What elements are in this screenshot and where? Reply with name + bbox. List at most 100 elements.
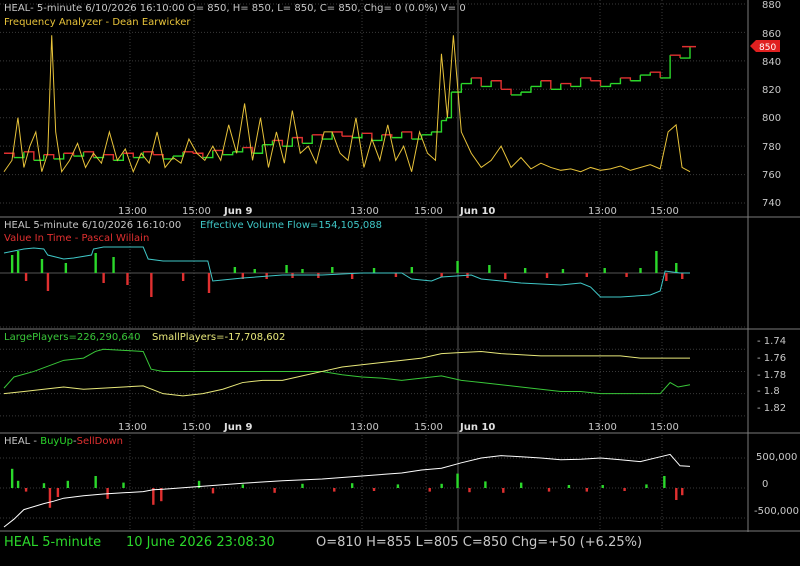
day-label-jun10: Jun 10 (459, 206, 495, 217)
buyup-bar-1 (16, 480, 20, 488)
value-in-time-bar-7 (102, 273, 105, 283)
buyup-bar-35 (675, 488, 678, 500)
price-tick-840: 840 (762, 57, 781, 68)
value-in-time-bar-5 (64, 263, 68, 273)
buyup-panel-title: HEAL - BuyUp-SellDown (4, 436, 123, 447)
value-in-time-bar-15 (253, 269, 256, 273)
buyup-bar-15 (273, 488, 276, 493)
value-in-time-bar-8 (112, 257, 115, 273)
value-in-time-bar-19 (301, 269, 304, 273)
chart-canvas: HEAL- 5-minute 6/10/2026 16:10:00 O= 850… (0, 0, 800, 562)
price-tick-860: 860 (762, 29, 781, 40)
buyup-bar-3 (42, 483, 46, 488)
price-tick-760: 760 (762, 170, 781, 181)
status-symbol: HEAL 5-minute (4, 535, 102, 550)
time-label-1500-a: 15:00 (182, 206, 211, 217)
value-in-time-bar-2 (24, 273, 28, 281)
players-tick-176: - 1.76 (757, 353, 786, 364)
players-tick-18: - 1.8 (757, 386, 780, 397)
time-label-1300-d: 13:00 (118, 422, 147, 433)
value-in-time-bar-11 (181, 273, 185, 281)
price-tick-880: 880 (762, 0, 781, 11)
buyup-bar-33 (645, 484, 648, 488)
small-players-label: SmallPlayers=-17,708,602 (152, 332, 285, 343)
players-tick-174: - 1.74 (757, 336, 786, 347)
background (0, 0, 800, 562)
buyup-bar-13 (211, 488, 215, 494)
buyup-bar-32 (623, 488, 626, 491)
buyup-bar-22 (440, 483, 443, 488)
buyup-bar-5 (56, 488, 60, 497)
value-in-time-bar-13 (233, 267, 237, 273)
day-label-jun10-b: Jun 10 (459, 422, 495, 433)
value-in-time-bar-39 (665, 273, 668, 281)
selldown-label: SellDown (77, 436, 123, 447)
value-in-time-bar-26 (440, 273, 443, 277)
status-ohlc: O=810 H=855 L=805 C=850 Chg=+50 (+6.25%) (316, 535, 643, 550)
value-in-time-bar-41 (681, 273, 684, 279)
time-label-1500-b: 15:00 (414, 206, 443, 217)
buyup-bar-9 (122, 482, 125, 488)
time-label-1300-b: 13:00 (350, 206, 379, 217)
time-label-1300-e: 13:00 (350, 422, 379, 433)
time-label-1500-c: 15:00 (650, 206, 679, 217)
value-in-time-label: Value In Time - Pascal Willain (4, 233, 149, 244)
value-in-time-bar-29 (488, 265, 491, 273)
status-datetime: 10 June 2026 23:08:30 (126, 535, 275, 550)
chart-window: HEAL- 5-minute 6/10/2026 16:10:00 O= 850… (0, 0, 800, 562)
buyup-bar-6 (66, 480, 70, 488)
buyup-bar-27 (519, 482, 523, 488)
buyup-bar-26 (502, 488, 505, 493)
buyup-bar-24 (468, 488, 471, 493)
buyup-bar-28 (547, 488, 551, 492)
value-in-time-bar-9 (126, 273, 129, 285)
large-players-label: LargePlayers=226,290,640 (4, 332, 140, 343)
value-in-time-bar-36 (625, 273, 628, 277)
time-label-1500-d: 15:00 (182, 422, 211, 433)
time-label-1500-e: 15:00 (414, 422, 443, 433)
buyup-tick-500000: 500,000 (756, 452, 797, 463)
value-in-time-bar-12 (207, 273, 211, 293)
buyup-bar-34 (663, 476, 666, 488)
buyup-bar-14 (241, 484, 245, 488)
buyup-panel-symbol: HEAL - (4, 436, 40, 447)
buyup-label: BuyUp (40, 436, 73, 447)
buyup-bar-20 (396, 484, 400, 488)
value-in-time-bar-31 (523, 268, 527, 273)
value-in-time-bar-38 (655, 251, 658, 273)
value-in-time-bar-3 (40, 259, 44, 273)
volume-panel-title: HEAL 5-minute 6/10/2026 16:10:00 (4, 220, 181, 231)
value-in-time-bar-40 (675, 263, 678, 273)
buyup-bar-10 (152, 488, 155, 505)
players-tick-182: - 1.82 (757, 403, 786, 414)
time-label-1300-c: 13:00 (588, 206, 617, 217)
value-in-time-bar-33 (561, 269, 565, 273)
day-label-jun9-b: Jun 9 (223, 422, 252, 433)
effective-volume-flow-label: Effective Volume Flow=154,105,088 (200, 220, 382, 231)
price-tick-740: 740 (762, 198, 781, 209)
value-in-time-bar-25 (410, 267, 414, 273)
day-label-jun9: Jun 9 (223, 206, 252, 217)
value-in-time-bar-35 (603, 268, 606, 273)
value-in-time-bar-23 (372, 268, 376, 273)
buyup-bar-36 (681, 488, 684, 496)
buyup-bar-29 (567, 485, 571, 488)
price-tick-800: 800 (762, 113, 781, 124)
time-label-1300-a: 13:00 (118, 206, 147, 217)
buyup-bar-4 (48, 488, 52, 508)
buyup-bar-7 (94, 476, 97, 488)
status-bar: HEAL 5-minute 10 June 2026 23:08:30 O=81… (4, 533, 748, 555)
buyup-tick-neg500000: -500,000 (754, 506, 799, 517)
buyup-bar-16 (301, 483, 304, 488)
buyup-bar-21 (428, 488, 431, 492)
buyup-bar-25 (484, 481, 487, 488)
price-panel-title: HEAL- 5-minute 6/10/2026 16:10:00 O= 850… (4, 3, 466, 14)
buyup-bar-0 (10, 468, 14, 488)
value-in-time-bar-1 (16, 251, 20, 273)
buyup-bar-17 (333, 488, 336, 492)
value-in-time-bar-0 (10, 255, 14, 273)
value-in-time-bar-30 (504, 273, 507, 279)
time-label-1300-f: 13:00 (588, 422, 617, 433)
value-in-time-bar-17 (285, 265, 288, 273)
players-tick-178: - 1.78 (757, 370, 786, 381)
